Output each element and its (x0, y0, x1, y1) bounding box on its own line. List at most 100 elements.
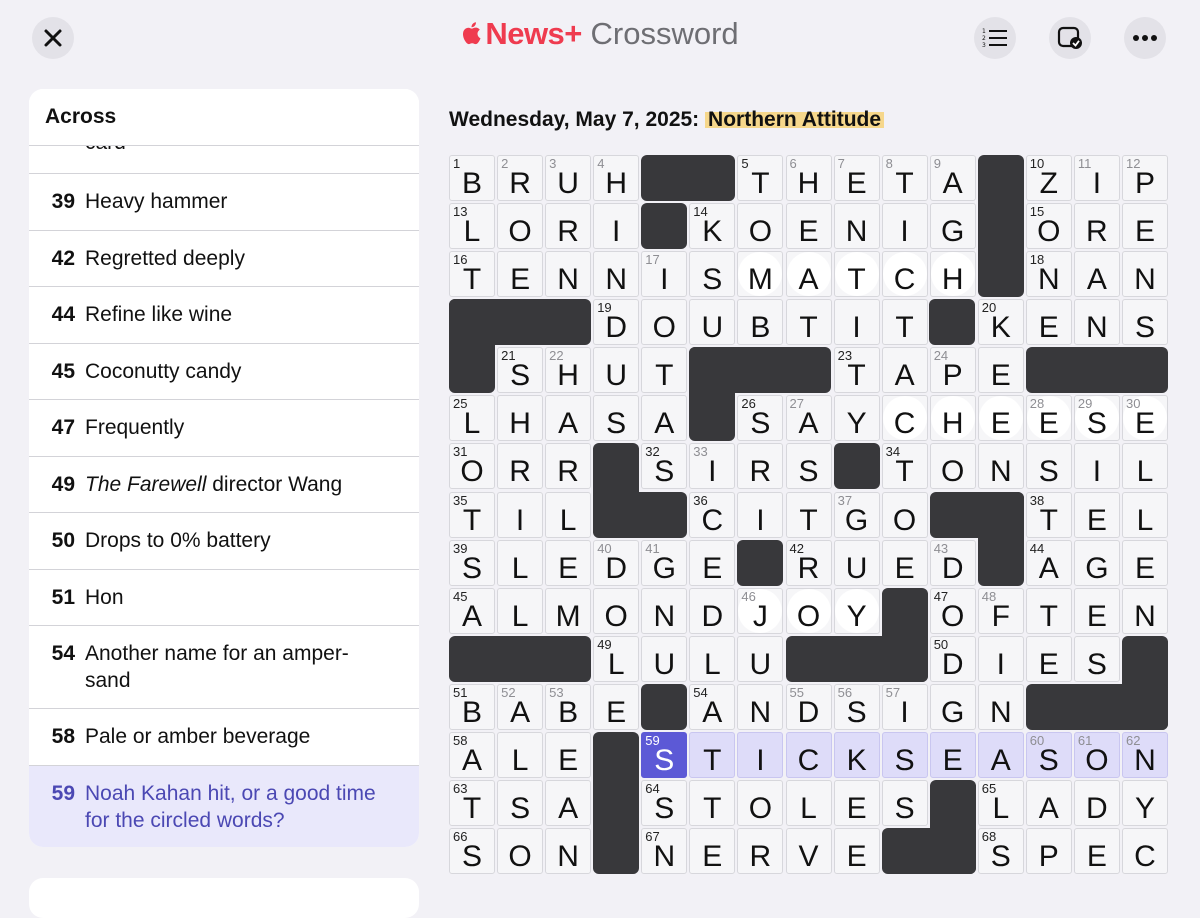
grid-cell[interactable]: 5T (737, 155, 784, 201)
grid-cell[interactable]: 16 T (449, 251, 495, 298)
grid-cell[interactable]: M (545, 587, 592, 634)
grid-cell[interactable]: C (881, 251, 928, 298)
grid-cell[interactable]: N (1073, 299, 1120, 346)
grid-cell[interactable]: E (1073, 828, 1120, 874)
grid-cell[interactable]: N (593, 251, 640, 298)
grid-cell[interactable]: 67 N (641, 828, 688, 874)
grid-cell[interactable]: N (545, 251, 592, 298)
grid-cell[interactable]: 17 I (641, 251, 688, 298)
grid-cell[interactable]: U (689, 299, 736, 346)
grid-cell[interactable]: I (881, 203, 928, 250)
grid-cell[interactable]: U (593, 347, 640, 394)
clue-item-partial[interactable]: card (29, 145, 419, 174)
grid-cell[interactable]: T (689, 731, 736, 778)
grid-cell[interactable]: T (881, 299, 928, 346)
grid-cell[interactable]: N (737, 683, 784, 730)
grid-cell[interactable]: L (785, 779, 832, 826)
grid-cell[interactable]: 22 H (545, 347, 592, 394)
grid-cell[interactable]: 24 P (929, 347, 976, 394)
grid-cell[interactable]: G (929, 683, 976, 730)
grid-cell[interactable]: 50 D (929, 635, 976, 682)
grid-cell[interactable]: 26 S (737, 395, 784, 442)
grid-cell[interactable]: L (1122, 491, 1168, 538)
grid-cell[interactable]: 12 P (1122, 155, 1168, 201)
grid-cell[interactable]: O (497, 828, 544, 874)
clue-item-51[interactable]: 51 Hon (29, 570, 419, 626)
grid-cell[interactable]: 60 S (1025, 731, 1072, 778)
grid-cell[interactable]: 18 N (1025, 251, 1072, 298)
grid-cell[interactable]: 56 S (833, 683, 880, 730)
grid-cell[interactable]: 38 T (1025, 491, 1072, 538)
grid-cell[interactable]: 53 B (545, 683, 592, 730)
grid-cell[interactable]: 31 O (449, 443, 495, 490)
clue-item-58[interactable]: 58 Pale or amber beverage (29, 709, 419, 766)
grid-cell[interactable]: 44 A (1025, 539, 1072, 586)
grid-cell[interactable]: 68 S (977, 828, 1024, 874)
grid-cell[interactable]: G (1073, 539, 1120, 586)
grid-cell[interactable]: S (497, 779, 544, 826)
grid-cell[interactable]: 27 A (785, 395, 832, 442)
grid-cell[interactable]: A (785, 251, 832, 298)
more-button[interactable] (1124, 17, 1166, 59)
grid-cell[interactable]: 48 F (977, 587, 1024, 634)
grid-cell[interactable]: O (593, 587, 640, 634)
grid-cell[interactable]: 33 I (689, 443, 736, 490)
grid-cell[interactable]: S (1073, 635, 1120, 682)
grid-cell[interactable]: I (833, 299, 880, 346)
grid-cell[interactable]: 66 S (449, 828, 495, 874)
grid-cell[interactable]: A (1073, 251, 1120, 298)
grid-cell[interactable]: S (881, 779, 928, 826)
grid-cell[interactable]: H (497, 395, 544, 442)
grid-cell[interactable]: I (1073, 443, 1120, 490)
grid-cell[interactable]: O (929, 443, 976, 490)
grid-cell[interactable]: D (689, 587, 736, 634)
grid-cell[interactable]: O (881, 491, 928, 538)
grid-cell[interactable]: 25 L (449, 395, 495, 442)
grid-cell[interactable]: T (641, 347, 688, 394)
grid-cell[interactable]: 21 S (497, 347, 544, 394)
grid-cell[interactable]: A (641, 395, 688, 442)
grid-cell[interactable]: I (497, 491, 544, 538)
grid-cell[interactable]: N (977, 683, 1024, 730)
grid-cell[interactable]: Y (833, 395, 880, 442)
grid-cell[interactable]: O (785, 587, 832, 634)
grid-cell[interactable]: O (641, 299, 688, 346)
grid-cell[interactable]: 59 S (641, 731, 688, 778)
grid-cell[interactable]: E (1025, 299, 1072, 346)
grid-cell[interactable]: 23 T (833, 347, 880, 394)
grid-cell[interactable]: 36 C (689, 491, 736, 538)
grid-cell[interactable]: A (545, 395, 592, 442)
clue-item-59-active[interactable]: 59 Noah Kahan hit, or a good time for th… (29, 765, 419, 847)
grid-cell[interactable]: E (1073, 587, 1120, 634)
grid-cell[interactable]: L (497, 731, 544, 778)
clue-item-39[interactable]: 39 Heavy hammer (29, 174, 419, 231)
grid-cell[interactable]: S (689, 251, 736, 298)
grid-cell[interactable]: E (1122, 203, 1168, 250)
grid-cell[interactable]: 37 G (833, 491, 880, 538)
grid-cell[interactable]: A (977, 731, 1024, 778)
clue-item-45[interactable]: 45 Coconutty candy (29, 344, 419, 400)
grid-cell[interactable]: 34 T (881, 443, 928, 490)
grid-cell[interactable]: E (545, 731, 592, 778)
grid-cell[interactable]: 58 A (449, 731, 495, 778)
grid-cell[interactable]: 15 O (1025, 203, 1072, 250)
grid-cell[interactable]: A (1025, 779, 1072, 826)
grid-cell[interactable]: C (881, 395, 928, 442)
grid-cell[interactable]: 4H (593, 155, 640, 201)
grid-cell[interactable]: R (497, 443, 544, 490)
grid-cell[interactable]: O (497, 203, 544, 250)
grid-cell[interactable]: M (737, 251, 784, 298)
grid-cell[interactable]: V (785, 828, 832, 874)
grid-cell[interactable]: 42 R (785, 539, 832, 586)
grid-cell[interactable]: G (929, 203, 976, 250)
grid-cell[interactable]: H (929, 395, 976, 442)
grid-cell[interactable]: T (785, 299, 832, 346)
grid-cell[interactable]: Y (833, 587, 880, 634)
grid-cell[interactable]: E (497, 251, 544, 298)
crossword-grid[interactable]: 1 B 2 R 3 U 4 H 5 T 6 H 7 E 8 T 9 A 10 Z 11 I 12 P 13 L O R I 14 K O E N I… (449, 155, 1170, 876)
grid-cell[interactable]: R (545, 443, 592, 490)
grid-cell[interactable]: 19 D (593, 299, 640, 346)
grid-cell[interactable]: R (737, 828, 784, 874)
grid-cell[interactable]: 54 A (689, 683, 736, 730)
grid-cell[interactable]: Y (1122, 779, 1168, 826)
